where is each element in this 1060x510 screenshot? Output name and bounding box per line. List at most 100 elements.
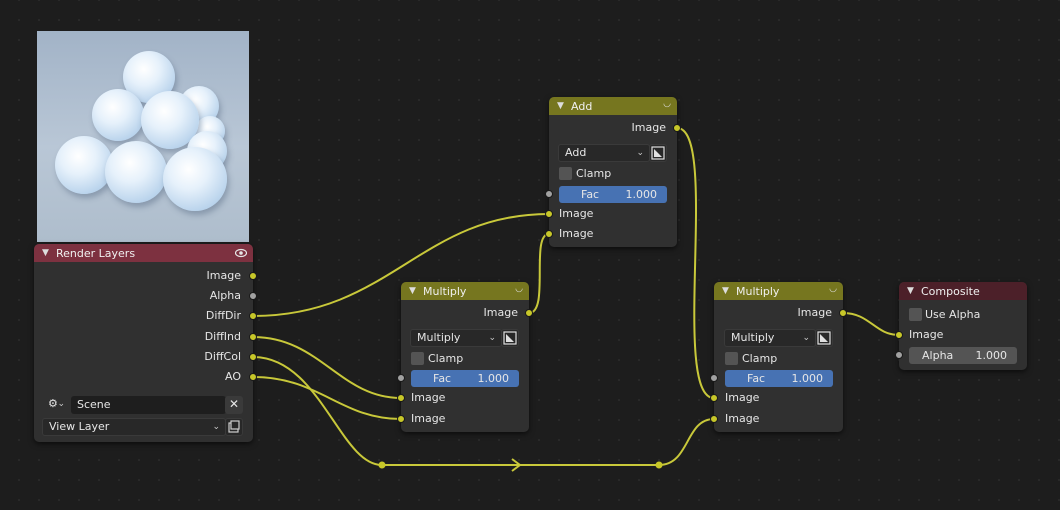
output-label-diffcol: DiffCol <box>204 350 241 363</box>
collapse-chevron-icon[interactable]: ▼ <box>409 286 419 296</box>
render-preview-image <box>37 31 249 242</box>
fac-label: Fac <box>747 372 766 385</box>
chevron-down-icon: ⌄ <box>802 333 810 343</box>
output-label-image: Image <box>206 269 241 282</box>
node-title: Add <box>571 99 593 113</box>
input-label-image-2: Image <box>411 412 446 425</box>
output-label-ao: AO <box>225 370 241 383</box>
view-layer-label: View Layer <box>49 420 110 433</box>
link-multiply1-to-add-image2 <box>528 233 550 314</box>
socket-out-ao[interactable] <box>249 373 257 381</box>
fac-slider[interactable]: Fac 1.000 <box>559 186 667 203</box>
clamp-label: Clamp <box>576 167 612 180</box>
link-diffcol-to-reroute <box>252 356 383 466</box>
socket-in-alpha[interactable] <box>895 351 903 359</box>
socket-out-image[interactable] <box>839 309 847 317</box>
render-layers-node[interactable]: ▼ Render Layers Image Alpha DiffDir Diff… <box>34 244 253 442</box>
multiply-node-header[interactable]: ▼ Multiply ◡ <box>401 282 529 300</box>
wire-direction-arrow <box>511 458 522 472</box>
socket-in-image-1[interactable] <box>397 394 405 402</box>
collapse-chevron-icon[interactable]: ▼ <box>42 248 52 258</box>
view-layer-list-icon[interactable] <box>225 418 243 436</box>
close-icon[interactable]: ✕ <box>225 396 243 414</box>
multiply-mix-node-2[interactable]: ▼ Multiply ◡ Image Multiply ⌄ Clamp Fac … <box>714 282 843 432</box>
output-label-image: Image <box>797 306 832 319</box>
clamp-checkbox[interactable] <box>411 352 424 365</box>
node-options-icon[interactable]: ◡ <box>663 99 671 109</box>
composite-node-header[interactable]: ▼ Composite <box>899 282 1027 300</box>
input-label-image-2: Image <box>725 412 760 425</box>
fac-label: Fac <box>433 372 452 385</box>
blend-mode-dropdown[interactable]: Add ⌄ <box>558 144 650 162</box>
node-options-icon[interactable]: ◡ <box>515 284 523 294</box>
scene-browse-button[interactable]: ⚙ ⌄ <box>42 396 70 414</box>
chevron-down-icon: ⌄ <box>212 422 220 432</box>
sphere <box>105 141 167 203</box>
sphere <box>55 136 113 194</box>
composite-node[interactable]: ▼ Composite Use Alpha Image Alpha 1.000 <box>899 282 1027 370</box>
alpha-toggle-icon[interactable] <box>501 329 519 347</box>
alpha-toggle-icon[interactable] <box>815 329 833 347</box>
sphere <box>92 89 144 141</box>
eye-icon[interactable] <box>235 248 247 258</box>
socket-in-fac[interactable] <box>710 374 718 382</box>
socket-in-image-2[interactable] <box>397 415 405 423</box>
add-mix-node[interactable]: ▼ Add ◡ Image Add ⌄ Clamp Fac 1.000 Imag… <box>549 97 677 247</box>
view-layer-dropdown[interactable]: View Layer ⌄ <box>42 418 226 436</box>
input-label-image-1: Image <box>559 207 594 220</box>
link-multiply2-to-composite <box>842 312 900 336</box>
link-add-to-multiply2-image1 <box>676 127 715 399</box>
socket-out-image[interactable] <box>249 272 257 280</box>
input-label-image: Image <box>909 328 944 341</box>
use-alpha-checkbox[interactable] <box>909 308 922 321</box>
blend-mode-value: Multiply <box>417 331 461 344</box>
node-title: Render Layers <box>56 246 136 260</box>
output-label-image: Image <box>483 306 518 319</box>
socket-out-image[interactable] <box>673 124 681 132</box>
blend-mode-dropdown[interactable]: Multiply ⌄ <box>410 329 502 347</box>
multiply-mix-node-1[interactable]: ▼ Multiply ◡ Image Multiply ⌄ Clamp Fac … <box>401 282 529 432</box>
alpha-slider[interactable]: Alpha 1.000 <box>909 347 1017 364</box>
node-title: Multiply <box>736 284 780 298</box>
alpha-value: 1.000 <box>975 349 1008 362</box>
socket-in-fac[interactable] <box>545 190 553 198</box>
socket-out-alpha[interactable] <box>249 292 257 300</box>
socket-in-fac[interactable] <box>397 374 405 382</box>
socket-in-image-2[interactable] <box>710 415 718 423</box>
render-layers-header[interactable]: ▼ Render Layers <box>34 244 253 262</box>
node-title: Multiply <box>423 284 467 298</box>
socket-out-image[interactable] <box>525 309 533 317</box>
alpha-toggle-icon[interactable] <box>649 144 667 162</box>
socket-out-diffdir[interactable] <box>249 312 257 320</box>
socket-in-image[interactable] <box>895 331 903 339</box>
scene-name-field[interactable]: Scene <box>71 396 226 414</box>
collapse-chevron-icon[interactable]: ▼ <box>722 286 732 296</box>
clamp-label: Clamp <box>742 352 778 365</box>
fac-slider[interactable]: Fac 1.000 <box>725 370 833 387</box>
socket-in-image-2[interactable] <box>545 230 553 238</box>
reroute-point-1 <box>378 461 386 469</box>
socket-out-diffind[interactable] <box>249 333 257 341</box>
collapse-chevron-icon[interactable]: ▼ <box>907 286 917 296</box>
collapse-chevron-icon[interactable]: ▼ <box>557 101 567 111</box>
clamp-checkbox[interactable] <box>725 352 738 365</box>
fac-label: Fac <box>581 188 600 201</box>
add-node-header[interactable]: ▼ Add ◡ <box>549 97 677 115</box>
blend-mode-dropdown[interactable]: Multiply ⌄ <box>724 329 816 347</box>
input-label-image-1: Image <box>411 391 446 404</box>
multiply-node-header[interactable]: ▼ Multiply ◡ <box>714 282 843 300</box>
blend-mode-value: Add <box>565 146 587 159</box>
socket-in-image-1[interactable] <box>545 210 553 218</box>
socket-out-diffcol[interactable] <box>249 353 257 361</box>
node-options-icon[interactable]: ◡ <box>829 284 837 294</box>
clamp-checkbox[interactable] <box>559 167 572 180</box>
link-reroute-to-multiply2-image2 <box>658 418 715 466</box>
chevron-down-icon: ⌄ <box>488 333 496 343</box>
alpha-label: Alpha <box>922 349 954 362</box>
output-label-diffdir: DiffDir <box>205 309 241 322</box>
chevron-down-icon: ⌄ <box>636 148 644 158</box>
input-label-image-1: Image <box>725 391 760 404</box>
socket-in-image-1[interactable] <box>710 394 718 402</box>
fac-slider[interactable]: Fac 1.000 <box>411 370 519 387</box>
fac-value: 1.000 <box>791 372 824 385</box>
